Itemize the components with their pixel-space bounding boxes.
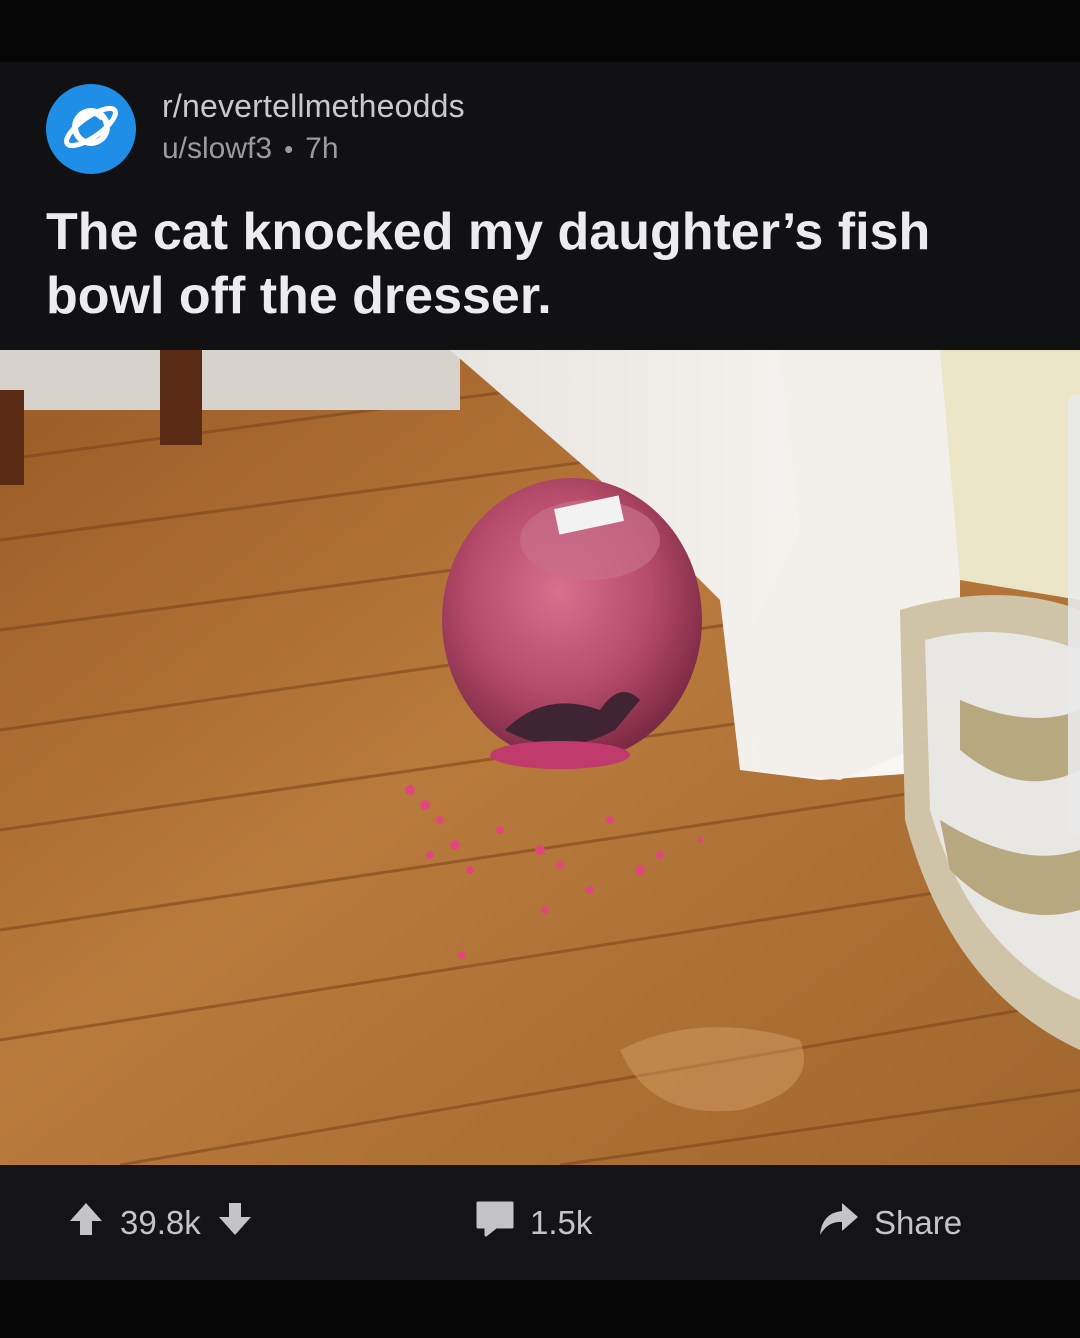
arrow-down-icon[interactable]	[215, 1199, 255, 1247]
planet-icon	[60, 96, 122, 163]
post-action-bar: 39.8k 1.5k Share	[0, 1165, 1080, 1280]
share-arrow-icon	[816, 1199, 860, 1247]
post-title[interactable]: The cat knocked my daughter’s fish bowl …	[46, 200, 1036, 328]
vote-score: 39.8k	[120, 1203, 201, 1241]
share-label: Share	[874, 1203, 963, 1241]
comment-count: 1.5k	[530, 1203, 593, 1241]
scroll-indicator[interactable]	[1068, 395, 1080, 835]
post-meta: u/slowf3 • 7h	[162, 132, 339, 166]
post-age: 7h	[305, 132, 339, 165]
subreddit-avatar[interactable]	[46, 84, 136, 174]
comment-bubble-icon	[474, 1199, 516, 1247]
post-header: r/nevertellmetheodds u/slowf3 • 7h The c…	[0, 62, 1080, 350]
share-button[interactable]: Share	[816, 1165, 962, 1280]
screenshot-frame: r/nevertellmetheodds u/slowf3 • 7h The c…	[0, 0, 1080, 1338]
navigation-bar	[0, 1280, 1080, 1338]
post-image[interactable]	[0, 350, 1080, 1165]
meta-separator: •	[284, 133, 294, 164]
comments-button[interactable]: 1.5k	[474, 1165, 592, 1280]
status-bar	[0, 0, 1080, 62]
author-name[interactable]: u/slowf3	[162, 132, 272, 166]
subreddit-name[interactable]: r/nevertellmetheodds	[162, 88, 465, 125]
vote-control: 39.8k	[66, 1165, 255, 1280]
arrow-up-icon[interactable]	[66, 1199, 106, 1247]
